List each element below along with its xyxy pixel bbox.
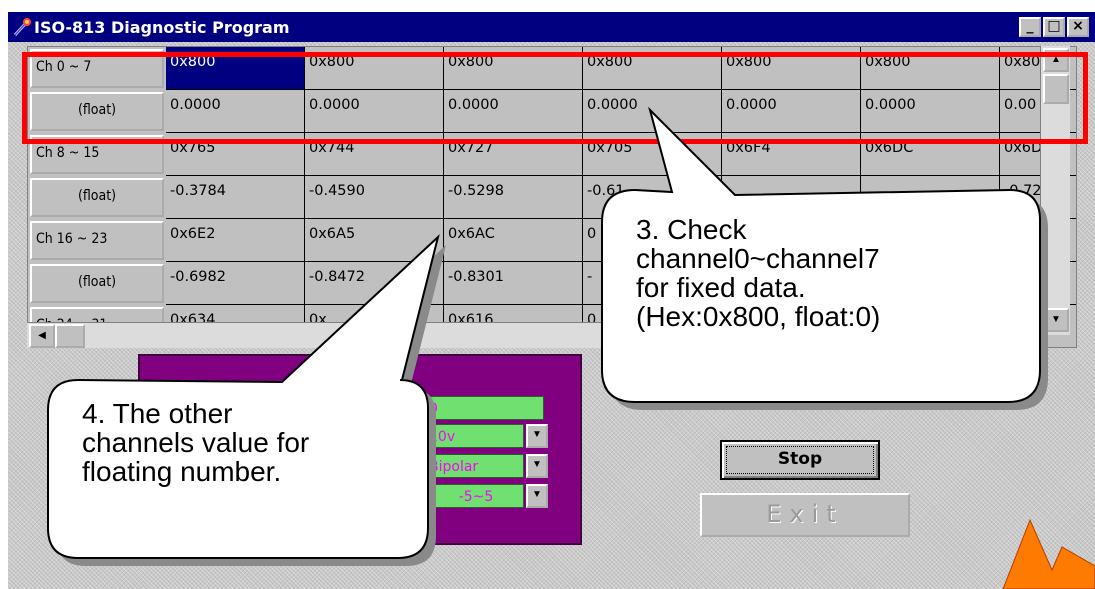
callout-4-text: 4. The other channels value for floating… [82, 399, 309, 486]
callout-3-text: 3. Check channel0~channel7 for fixed dat… [636, 215, 880, 331]
grid-cell[interactable]: -0.8472 [305, 262, 444, 305]
vertical-scrollbar[interactable]: ▲ ▼ [1040, 46, 1070, 335]
grid-cell[interactable]: -0.6982 [166, 262, 305, 305]
close-button[interactable]: × [1067, 17, 1089, 37]
channel-field[interactable]: 0 [426, 396, 544, 420]
grid-cell[interactable]: 0x800 [444, 47, 583, 90]
float-row-header[interactable]: (float) [30, 178, 164, 217]
table-row: Ch 0 ~ 7 0x800 0x800 0x800 0x800 0x800 0x800 0x… [28, 47, 1076, 90]
grid-cell[interactable]: 0.0000 [305, 90, 444, 133]
channel-row-header[interactable]: Ch 8 ~ 15 [30, 135, 164, 174]
window-title: ISO-813 Diagnostic Program [34, 18, 290, 37]
grid-cell[interactable]: 0.0000 [583, 90, 722, 133]
grid-cell[interactable]: 0x800 [583, 47, 722, 90]
polarity-select[interactable]: Bipolar [426, 454, 524, 478]
grid-cell[interactable]: 0x765 [166, 133, 305, 176]
grid-cell[interactable]: 0x6AC [444, 219, 583, 262]
maximize-button[interactable]: □ [1043, 17, 1065, 37]
focus-rect [726, 446, 874, 474]
span-select[interactable]: -5~5 [426, 484, 524, 508]
grid-cell[interactable] [861, 262, 1000, 305]
table-row: (float) -0.6982 -0.8472 -0.8301-08 [28, 262, 1076, 305]
horizontal-scrollbar[interactable]: ◀ ▶ [27, 322, 1040, 348]
span-dropdown-icon[interactable]: ▼ [526, 484, 548, 508]
grid-cell[interactable]: -0.8301 [444, 262, 583, 305]
grid-cell[interactable] [722, 176, 861, 219]
table-row: (float) -0.3784 -0.4590 -0.5298 -0.61 -0.72 [28, 176, 1076, 219]
grid-cell[interactable]: 0.0000 [861, 90, 1000, 133]
callout-4-line: floating number. [82, 456, 282, 487]
callout-3-line: for fixed data. [636, 272, 806, 303]
grid-cell[interactable]: 0x6DC [861, 133, 1000, 176]
stop-button[interactable]: Stop [720, 440, 880, 480]
float-row-header[interactable]: (float) [30, 264, 164, 303]
range-dropdown-icon[interactable]: ▼ [526, 424, 548, 448]
callout-4-line: channels value for [82, 427, 310, 458]
app-icon [13, 18, 31, 37]
grid-cell[interactable]: 0x800 [722, 47, 861, 90]
grid-cell[interactable] [861, 219, 1000, 262]
grid-cell[interactable]: -0.3784 [166, 176, 305, 219]
scroll-up-icon[interactable]: ▲ [1043, 48, 1069, 72]
scroll-down-icon[interactable]: ▼ [1043, 308, 1069, 332]
scroll-thumb[interactable] [1043, 74, 1069, 104]
scroll-left-icon[interactable]: ◀ [29, 324, 55, 348]
grid-cell[interactable]: 0x6F4 [722, 133, 861, 176]
table-row: Ch 8 ~ 15 0x765 0x744 0x727 0x705 0x6F4 0x6DC 0… [28, 133, 1076, 176]
grid-cell[interactable]: -0.5298 [444, 176, 583, 219]
scroll-right-icon[interactable]: ▶ [1012, 324, 1038, 348]
grid-cell[interactable]: 0x705 [583, 133, 722, 176]
callout-3-line: 3. Check [636, 214, 747, 245]
minimize-button[interactable]: _ [1019, 17, 1041, 37]
grid-cell[interactable]: 0x800 [166, 47, 305, 90]
grid-cell[interactable]: 0x800 [861, 47, 1000, 90]
grid-cell[interactable]: 0.0000 [722, 90, 861, 133]
channel-row-header[interactable]: Ch 16 ~ 23 [30, 221, 164, 260]
grid-cell[interactable]: 0x6A5 [305, 219, 444, 262]
polarity-dropdown-icon[interactable]: ▼ [526, 454, 548, 478]
channel-row-header[interactable]: Ch 0 ~ 7 [30, 49, 164, 88]
grid-cell[interactable]: 0.0000 [166, 90, 305, 133]
range-select[interactable]: 10v [426, 424, 524, 448]
channel-grid: Ch 0 ~ 7 0x800 0x800 0x800 0x800 0x800 0x800 0x… [27, 46, 1077, 348]
grid-cell[interactable]: 0x744 [305, 133, 444, 176]
table-row: (float) 0.0000 0.0000 0.0000 0.0000 0.0000 0.0… [28, 90, 1076, 133]
grid-cell[interactable]: 0x800 [305, 47, 444, 90]
callout-3-line: channel0~channel7 [636, 243, 880, 274]
callout-3-line: (Hex:0x800, float:0) [636, 301, 881, 332]
exit-button[interactable]: Exit [700, 493, 910, 537]
grid-cell[interactable] [861, 176, 1000, 219]
float-row-header[interactable]: (float) [30, 92, 164, 131]
hscroll-thumb[interactable] [55, 324, 85, 348]
grid-cell[interactable]: 0.0000 [444, 90, 583, 133]
grid-cell[interactable]: -0.4590 [305, 176, 444, 219]
callout-4-line: 4. The other [82, 398, 233, 429]
grid-cell[interactable]: -0.61 [583, 176, 722, 219]
table-row: Ch 16 ~ 23 0x6E2 0x6A5 0x6AC 0 64 [28, 219, 1076, 262]
title-bar[interactable]: ISO-813 Diagnostic Program _ □ × [8, 12, 1095, 42]
grid-cell[interactable]: 0x6E2 [166, 219, 305, 262]
grid-cell[interactable]: 0x727 [444, 133, 583, 176]
